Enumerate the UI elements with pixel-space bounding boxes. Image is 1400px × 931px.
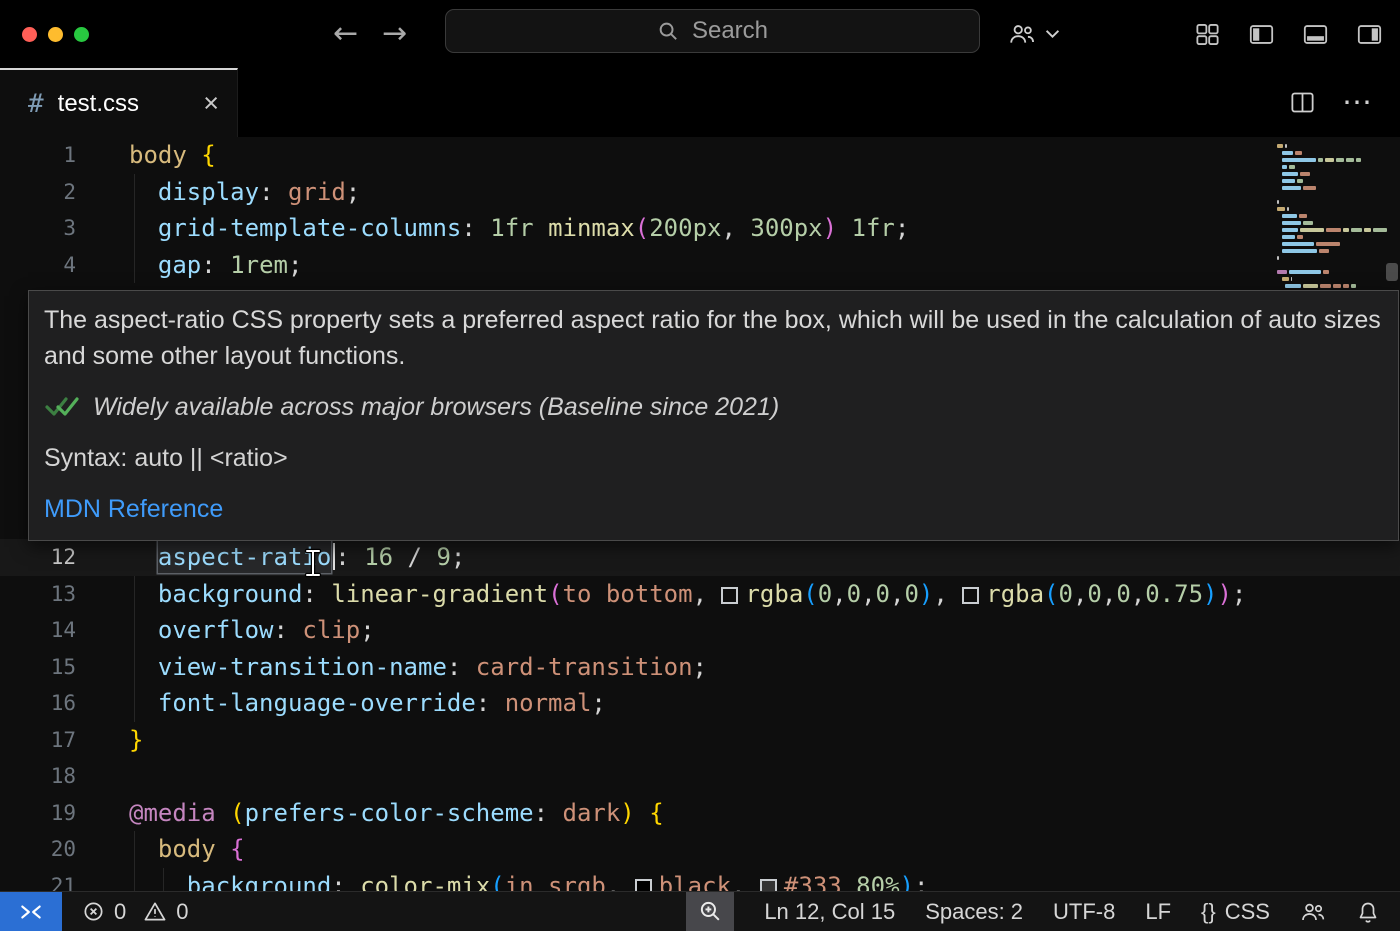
code-line-15[interactable]: 15 view-transition-name: card-transition… (0, 649, 1400, 686)
error-icon (82, 900, 105, 923)
line-number: 12 (0, 539, 76, 576)
line-number: 1 (0, 137, 76, 174)
hover-tooltip: The aspect-ratio CSS property sets a pre… (28, 290, 1399, 541)
line-number: 14 (0, 612, 76, 649)
customize-layout-icon[interactable] (1194, 21, 1221, 48)
remote-indicator[interactable] (0, 892, 62, 931)
split-editor-icon[interactable] (1289, 89, 1316, 116)
toggle-secondary-sidebar-icon[interactable] (1356, 21, 1383, 48)
mouse-text-cursor (303, 548, 323, 578)
line-number: 3 (0, 210, 76, 247)
warning-count: 0 (176, 899, 188, 925)
code-line-14[interactable]: 14 overflow: clip; (0, 612, 1400, 649)
css-file-icon: # (28, 89, 44, 119)
indentation[interactable]: Spaces: 2 (925, 899, 1023, 925)
code-line-12[interactable]: 12 aspect-ratio: 16 / 9; (0, 539, 1400, 576)
code-line-18[interactable]: 18 (0, 758, 1400, 795)
encoding[interactable]: UTF-8 (1053, 899, 1115, 925)
line-number: 17 (0, 722, 76, 759)
line-number: 4 (0, 247, 76, 284)
editor[interactable]: 1body {2 display: grid;3 grid-template-c… (0, 137, 1400, 891)
scrollbar-thumb[interactable] (1386, 263, 1398, 281)
code-line-16[interactable]: 16 font-language-override: normal; (0, 685, 1400, 722)
warning-icon (143, 900, 167, 923)
code-line-19[interactable]: 19@media (prefers-color-scheme: dark) { (0, 795, 1400, 832)
window-controls (22, 0, 89, 68)
search-placeholder: Search (692, 17, 768, 45)
toggle-panel-icon[interactable] (1302, 21, 1329, 48)
error-count: 0 (114, 899, 126, 925)
status-bar: 0 0 Ln 12, Col 15 Spaces: 2 UTF-8 LF {} (0, 891, 1400, 931)
history-nav: ← → (333, 0, 407, 68)
line-number: 2 (0, 174, 76, 211)
accounts-menu[interactable] (1008, 0, 1060, 68)
eol-sequence[interactable]: LF (1145, 899, 1171, 925)
tab-label: test.css (58, 90, 139, 118)
baseline-check-icon (44, 396, 80, 418)
chevron-down-icon (1045, 29, 1060, 39)
cursor-position[interactable]: Ln 12, Col 15 (764, 899, 895, 925)
accounts-icon (1008, 21, 1036, 47)
hover-syntax: Syntax: auto || <ratio> (44, 440, 1383, 476)
forward-button[interactable]: → (382, 19, 407, 49)
line-number: 19 (0, 795, 76, 832)
editor-actions: ⋯ (1289, 68, 1374, 137)
line-number: 21 (0, 868, 76, 891)
command-center-search[interactable]: Search (445, 9, 980, 53)
code-line-4[interactable]: 4 gap: 1rem; (0, 247, 1400, 284)
braces-icon: {} (1201, 899, 1216, 925)
language-label: CSS (1225, 899, 1270, 925)
more-actions-icon[interactable]: ⋯ (1342, 88, 1374, 118)
search-icon (657, 20, 680, 43)
back-button[interactable]: ← (333, 19, 358, 49)
code-line-20[interactable]: 20 body { (0, 831, 1400, 868)
status-right-group: Ln 12, Col 15 Spaces: 2 UTF-8 LF {} CSS (686, 892, 1400, 931)
close-tab-icon[interactable]: × (203, 90, 219, 117)
line-number: 20 (0, 831, 76, 868)
toggle-sidebar-icon[interactable] (1248, 21, 1275, 48)
line-number: 13 (0, 576, 76, 613)
code-line-3[interactable]: 3 grid-template-columns: 1fr minmax(200p… (0, 210, 1400, 247)
problems-summary[interactable]: 0 0 (82, 899, 189, 925)
code-line-1[interactable]: 1body { (0, 137, 1400, 174)
line-number: 16 (0, 685, 76, 722)
code-line-13[interactable]: 13 background: linear-gradient(to bottom… (0, 576, 1400, 613)
line-number: 15 (0, 649, 76, 686)
minimize-window-button[interactable] (48, 27, 63, 42)
tab-test-css[interactable]: # test.css × (0, 68, 238, 137)
mdn-reference-link[interactable]: MDN Reference (44, 491, 1383, 527)
bell-icon[interactable] (1356, 900, 1380, 924)
zoom-button[interactable] (686, 892, 734, 931)
title-bar: ← → Search (0, 0, 1400, 68)
status-accounts-icon[interactable] (1300, 900, 1326, 924)
baseline-text: Widely available across major browsers (… (93, 389, 779, 425)
language-mode[interactable]: {} CSS (1201, 899, 1270, 925)
color-swatch[interactable] (721, 587, 738, 604)
color-swatch[interactable] (760, 879, 777, 891)
tab-bar: # test.css × ⋯ (0, 68, 1400, 137)
close-window-button[interactable] (22, 27, 37, 42)
color-swatch[interactable] (962, 587, 979, 604)
vscode-window: ← → Search (0, 0, 1400, 931)
maximize-window-button[interactable] (74, 27, 89, 42)
minimap[interactable] (1270, 137, 1400, 289)
color-swatch[interactable] (635, 879, 652, 891)
layout-controls (1194, 0, 1383, 68)
line-number: 18 (0, 758, 76, 795)
code-line-2[interactable]: 2 display: grid; (0, 174, 1400, 211)
hover-description: The aspect-ratio CSS property sets a pre… (44, 302, 1383, 374)
hover-baseline-row: Widely available across major browsers (… (44, 389, 1383, 425)
code-line-21[interactable]: 21 background: color-mix(in srgb, black,… (0, 868, 1400, 891)
code-line-17[interactable]: 17} (0, 722, 1400, 759)
